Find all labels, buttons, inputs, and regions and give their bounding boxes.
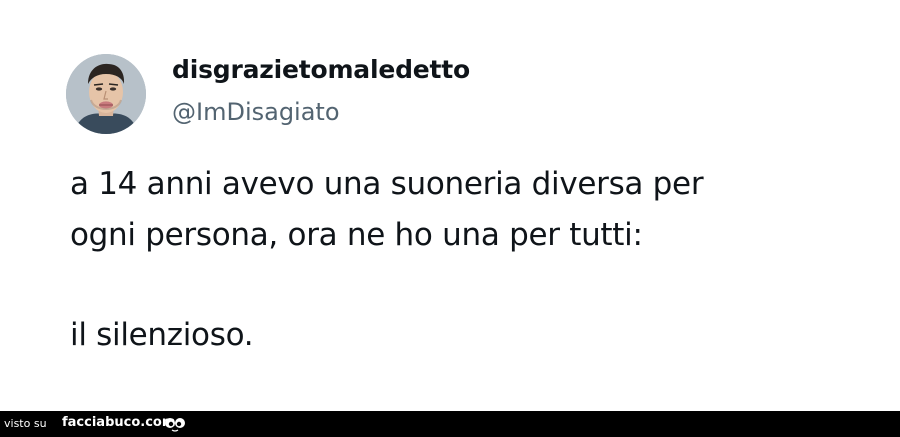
tweet-text-line: ogni persona, ora ne ho una per tutti: bbox=[70, 217, 643, 253]
user-handle[interactable]: @ImDisagiato bbox=[172, 98, 340, 126]
display-name[interactable]: disgrazietomaledetto bbox=[172, 55, 470, 84]
watermark-footer: visto su facciabuco.com bbox=[0, 411, 900, 437]
avatar[interactable] bbox=[66, 54, 146, 134]
avatar-illustration-icon bbox=[66, 54, 146, 134]
watermark-site-link[interactable]: facciabuco.com bbox=[62, 415, 175, 430]
tweet-text-line: il silenzioso. bbox=[70, 317, 254, 353]
tweet-text: a 14 anni avevo una suoneria diversa per… bbox=[70, 159, 870, 361]
watermark-prefix: visto su bbox=[4, 417, 47, 430]
tweet-text-line: a 14 anni avevo una suoneria diversa per bbox=[70, 166, 704, 202]
googly-eyes-icon bbox=[165, 418, 185, 432]
tweet-card: disgrazietomaledetto @ImDisagiato a 14 a… bbox=[0, 0, 900, 411]
